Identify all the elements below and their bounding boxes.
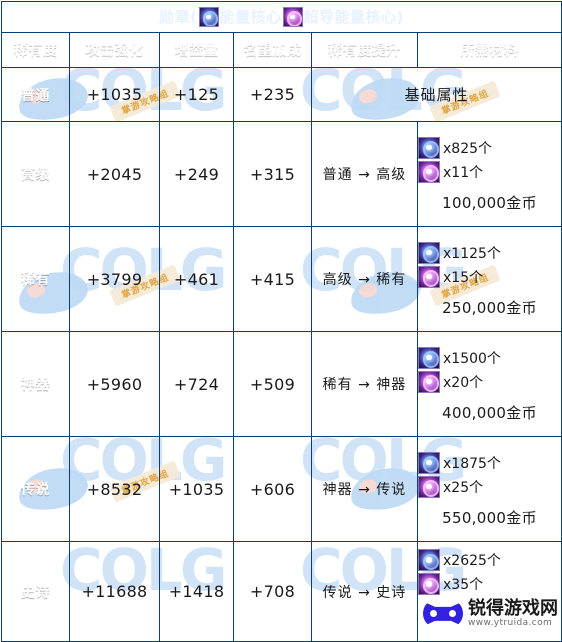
energy-core-icon (418, 136, 440, 159)
energy-core-icon (418, 346, 440, 369)
material-count: x15个 (443, 269, 484, 286)
fame-value: +415 (233, 226, 312, 332)
superconductive-energy-core-icon (418, 573, 440, 595)
title-prefix: 勋章( (159, 7, 198, 26)
title-suffix: ) (396, 7, 404, 26)
table-row: 传说 +8532 +1035 +606 神器 → 传说 x1875个 x25个 … (1, 436, 562, 542)
materials-cell: x825个 x11个 100,000金币 (416, 121, 562, 227)
fame-value: +235 (233, 67, 312, 122)
upgrade-path: 传说 → 史诗 (311, 541, 418, 642)
materials-cell: x1500个 x20个 400,000金币 (416, 331, 562, 437)
column-header-attack: 攻击强化 (69, 32, 160, 68)
rarity-label: 神器 (1, 331, 70, 437)
superconductive-energy-core-icon (282, 7, 303, 27)
buff-value: +461 (159, 226, 234, 332)
energy-core-icon (418, 241, 440, 264)
gold-cost: 100,000金币 (442, 193, 537, 212)
table-row: 普通 +1035 +125 +235 基础属性 (1, 67, 562, 122)
table-row: 高级 +2045 +249 +315 普通 → 高级 x825个 x11个 10… (1, 121, 562, 227)
superconductive-energy-core-icon (418, 160, 440, 183)
energy-core-icon (418, 549, 440, 571)
material-count: x1875个 (443, 455, 501, 472)
attack-value: +5960 (69, 331, 160, 437)
material-item: x1875个 (418, 451, 561, 475)
materials-cell: x1125个 x15个 250,000金币 (416, 226, 562, 332)
energy-core-icon (418, 451, 440, 474)
table-title: 勋章( 能量核心 超导能量核心 ) (0, 1, 562, 33)
buff-value: +249 (159, 121, 234, 227)
superconductive-energy-core-icon (418, 265, 440, 288)
rarity-label: 史诗 (1, 541, 70, 642)
buff-value: +1035 (159, 436, 234, 542)
material-item: x15个 (418, 265, 561, 289)
material-count: x11个 (443, 164, 484, 181)
material-item: x35个 (418, 572, 561, 596)
upgrade-path: 普通 → 高级 (311, 121, 418, 227)
table-header-row: 稀有度 攻击强化 增益量 名望加成 稀有度提升 所需材料 (1, 32, 562, 68)
material-item: x25个 (418, 475, 561, 499)
fame-value: +708 (233, 541, 312, 642)
material-item: x825个 (418, 136, 561, 160)
medal-upgrade-table: 勋章( 能量核心 超导能量核心 ) 稀有度 攻击强化 增益量 名望加成 稀有度提… (0, 1, 562, 642)
site-url: www.ytruida.com (468, 617, 553, 628)
title-item2-label: 超导能量核心 (303, 7, 397, 26)
gamepad-icon (423, 601, 463, 627)
gold-cost: 400,000金币 (442, 403, 537, 422)
material-count: x35个 (443, 577, 484, 593)
material-item: x2625个 (418, 548, 561, 572)
material-item: x1125个 (418, 241, 561, 265)
site-name: 锐得游戏网 (468, 597, 558, 619)
rarity-label: 普通 (1, 67, 70, 122)
material-count: x825个 (443, 140, 493, 157)
column-header-rarity: 稀有度 (1, 32, 70, 68)
buff-value: +125 (159, 67, 234, 122)
superconductive-energy-core-icon (418, 370, 440, 393)
material-count: x20个 (443, 374, 484, 391)
attack-value: +11688 (69, 541, 160, 642)
title-item1-label: 能量核心 (219, 7, 282, 26)
table-row: 神器 +5960 +724 +509 稀有 → 神器 x1500个 x20个 4… (1, 331, 562, 437)
attack-value: +3799 (69, 226, 160, 332)
column-header-fame: 名望加成 (233, 32, 312, 68)
table-title-row: 勋章( 能量核心 超导能量核心 ) (0, 1, 562, 33)
material-count: x1500个 (443, 350, 501, 367)
material-item: x11个 (418, 160, 561, 184)
material-item: x20个 (418, 370, 561, 394)
materials-cell: x1875个 x25个 550,000金币 (416, 436, 562, 542)
upgrade-path: 稀有 → 神器 (311, 331, 418, 437)
rarity-label: 传说 (1, 436, 70, 542)
material-count: x1125个 (443, 245, 501, 262)
upgrade-path: 神器 → 传说 (311, 436, 418, 542)
column-header-rarity-upgrade: 稀有度提升 (311, 32, 418, 68)
basic-attribute-label: 基础属性 (310, 67, 562, 122)
column-header-buff: 增益量 (159, 32, 234, 68)
attack-value: +8532 (69, 436, 160, 542)
rarity-label: 高级 (1, 121, 70, 227)
site-logo-text: 锐得游戏网 www.ytruida.com (468, 597, 558, 628)
rarity-label: 稀有 (1, 226, 70, 332)
table-row: 稀有 +3799 +461 +415 高级 → 稀有 x1125个 x15个 2… (1, 226, 562, 332)
material-count: x2625个 (443, 553, 501, 569)
column-header-materials: 所需材料 (416, 32, 562, 68)
material-item: x1500个 (418, 346, 561, 370)
medal-upgrade-table-page: COLG COLG COLG COLG COLG COLG COLG COLG … (0, 1, 562, 642)
energy-core-icon (198, 7, 219, 27)
superconductive-energy-core-icon (418, 475, 440, 498)
fame-value: +315 (233, 121, 312, 227)
gold-cost: 250,000金币 (442, 298, 537, 317)
fame-value: +606 (233, 436, 312, 542)
material-count: x25个 (443, 479, 484, 496)
attack-value: +2045 (69, 121, 160, 227)
buff-value: +1418 (159, 541, 234, 642)
gold-cost: 550,000金币 (442, 508, 537, 527)
upgrade-path: 高级 → 稀有 (311, 226, 418, 332)
attack-value: +1035 (69, 67, 160, 122)
buff-value: +724 (159, 331, 234, 437)
site-logo-watermark: 锐得游戏网 www.ytruida.com (423, 597, 558, 628)
fame-value: +509 (233, 331, 312, 437)
